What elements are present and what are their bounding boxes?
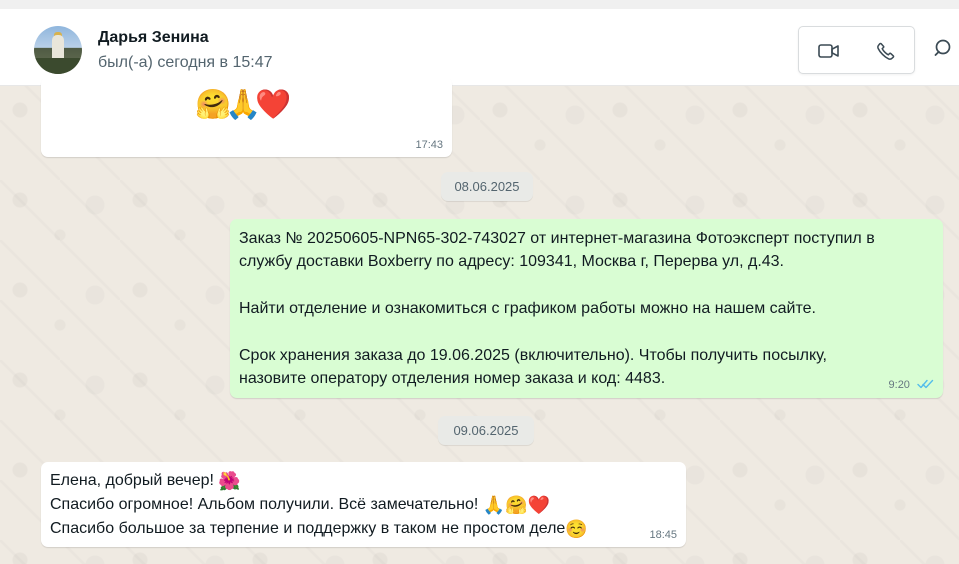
message-text-line: Спасибо большое за терпение и поддержку … [50,517,588,540]
message-text-line: Найти отделение и ознакомиться с графико… [239,300,816,317]
contact-avatar[interactable] [34,26,82,74]
avatar-photo-trees [34,58,82,74]
message-emoji-line: 🤗 🙏 ❤️ [195,87,292,121]
search-in-chat-button[interactable] [933,37,957,61]
search-icon [934,39,951,56]
message-text-line: Заказ № 20250605-NPN65-302-743027 от инт… [239,230,875,247]
call-actions-group [798,26,915,74]
video-call-button[interactable] [816,39,840,63]
outgoing-message[interactable]: Заказ № 20250605-NPN65-302-743027 от инт… [230,219,943,398]
voice-call-button[interactable] [874,39,898,63]
message-text-line: Спасибо огромное! Альбом получили. Всё з… [50,493,550,516]
flower-emoji: 🌺 [218,471,241,492]
message-text-line: службу доставки Boxberry по адресу: 1093… [239,253,784,270]
chat-header: Дарья Зенина был(-а) сегодня в 15:47 [0,0,959,86]
message-text: Спасибо огромное! Альбом получили. Всё з… [50,496,483,513]
message-text: Спасибо большое за терпение и поддержку … [50,520,566,537]
contact-name[interactable]: Дарья Зенина [98,29,209,47]
folded-hands-emoji: 🙏 [225,87,262,121]
message-time: 18:45 [649,529,677,541]
last-seen-status: был(-а) сегодня в 15:47 [98,54,273,71]
date-separator: 08.06.2025 [441,172,533,201]
incoming-message[interactable]: Елена, добрый вечер! 🌺 Спасибо огромное!… [41,462,686,547]
read-double-check-icon [917,379,934,389]
video-camera-icon [817,44,839,58]
message-text: Елена, добрый вечер! [50,472,219,489]
message-text-line: назовите оператору отделения номер заказ… [239,370,666,387]
message-time: 17:43 [415,139,443,151]
message-text-line: Срок хранения заказа до 19.06.2025 (вклю… [239,347,827,364]
red-heart-emoji: ❤️ [255,87,292,121]
message-text-line: Елена, добрый вечер! 🌺 [50,469,241,492]
message-time: 9:20 [888,379,910,391]
date-separator: 09.06.2025 [438,416,534,445]
message-meta: 9:20 [889,378,934,391]
hugging-face-emoji: 🤗 [195,87,232,121]
emoji-group: 🙏🤗❤️ [482,495,551,516]
smiling-face-emoji: ☺️ [565,519,588,540]
phone-icon [877,42,895,60]
incoming-message-emoji[interactable]: 🤗 🙏 ❤️ 17:43 [41,77,452,157]
